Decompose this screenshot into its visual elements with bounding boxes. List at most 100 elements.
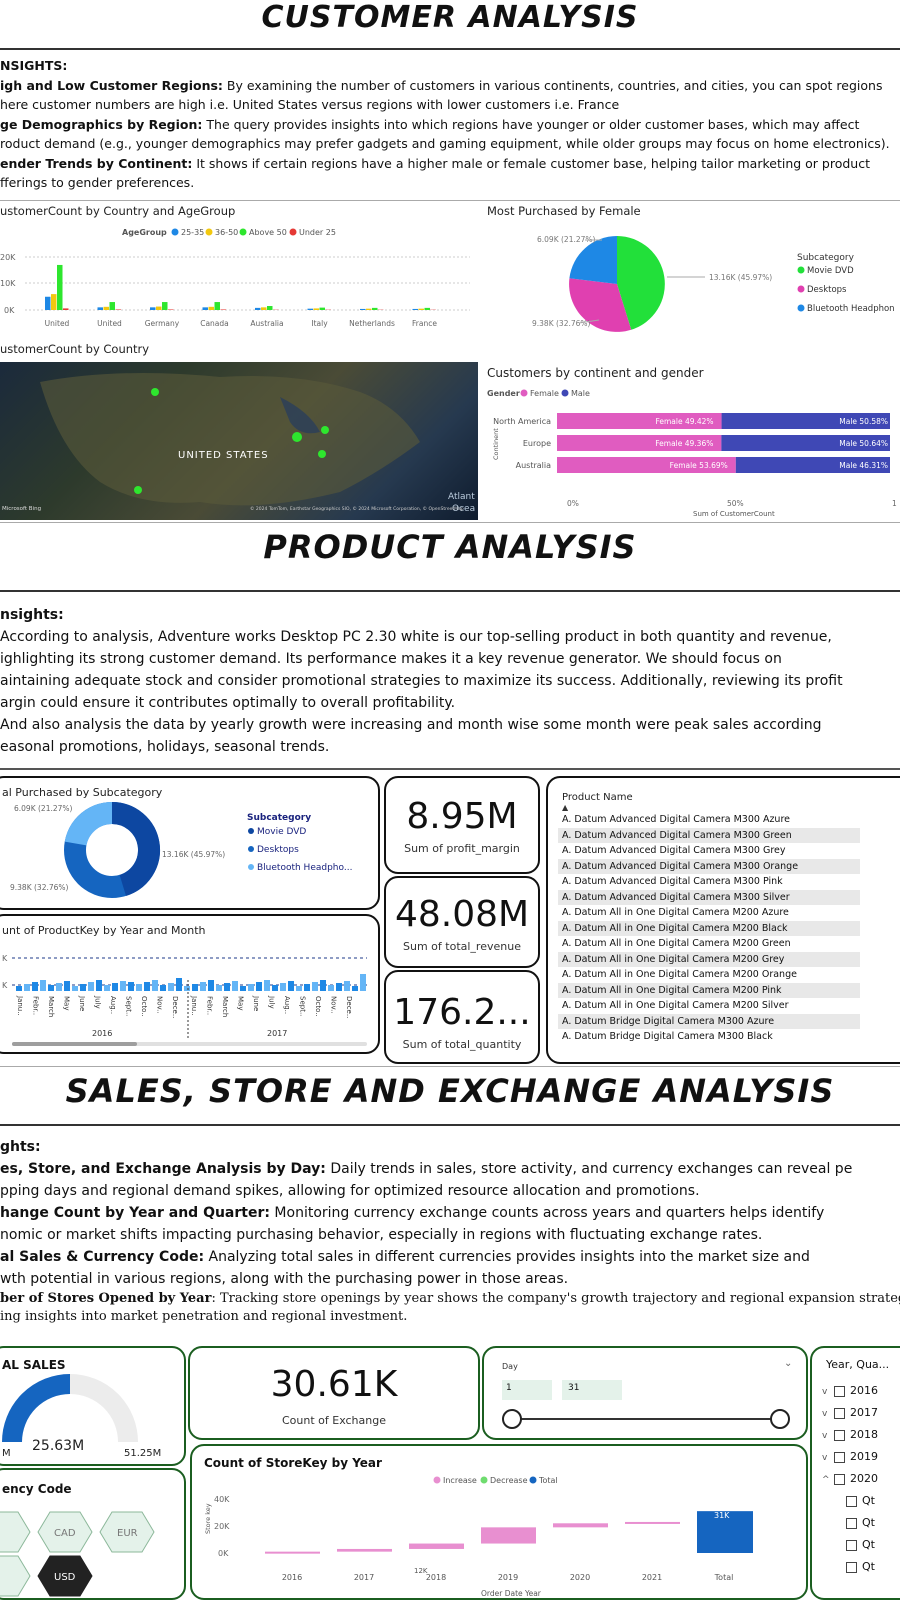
age-bar[interactable] <box>412 308 419 310</box>
checkbox[interactable] <box>846 1495 857 1507</box>
table-row[interactable]: A. Datum Advanced Digital Camera M300 Az… <box>558 812 860 828</box>
age-bar[interactable] <box>319 307 326 310</box>
waterfall-bar[interactable] <box>265 1551 320 1554</box>
age-bar[interactable] <box>267 306 273 310</box>
month-bar[interactable] <box>56 983 62 991</box>
month-bar[interactable] <box>264 980 270 991</box>
month-bar[interactable] <box>312 982 318 991</box>
month-bar[interactable] <box>144 982 150 991</box>
map-marker[interactable] <box>151 388 159 396</box>
age-bar[interactable] <box>115 309 122 310</box>
customer-map[interactable]: UNITED STATES Atlant Ocea Microsoft Bing… <box>0 362 478 520</box>
quarter-item[interactable]: Qt <box>822 1534 900 1556</box>
year-item[interactable]: v 2017 <box>822 1402 900 1424</box>
month-bar[interactable] <box>344 981 350 991</box>
age-bar[interactable] <box>313 308 320 310</box>
age-bar[interactable] <box>418 308 425 310</box>
age-bar[interactable] <box>255 307 261 310</box>
table-row[interactable]: A. Datum All in One Digital Camera M200 … <box>558 998 860 1014</box>
currency-hex[interactable] <box>0 1555 31 1597</box>
age-bar[interactable] <box>109 302 116 310</box>
table-row[interactable]: A. Datum All in One Digital Camera M200 … <box>558 905 860 921</box>
year-item[interactable]: v 2018 <box>822 1424 900 1446</box>
month-bar[interactable] <box>72 986 78 991</box>
month-bar[interactable] <box>192 984 198 991</box>
map-marker[interactable] <box>292 432 302 442</box>
table-row[interactable]: A. Datum Advanced Digital Camera M300 Pi… <box>558 874 860 890</box>
month-bar[interactable] <box>184 986 190 991</box>
age-bar[interactable] <box>45 296 51 310</box>
age-bar[interactable] <box>51 294 57 310</box>
month-bar[interactable] <box>240 986 246 991</box>
table-row[interactable]: A. Datum All in One Digital Camera M200 … <box>558 982 860 998</box>
month-bar[interactable] <box>296 986 302 991</box>
table-row[interactable]: A. Datum Advanced Digital Camera M300 Or… <box>558 858 860 874</box>
month-bar[interactable] <box>352 986 358 991</box>
month-bar[interactable] <box>104 985 110 991</box>
day-to-input[interactable]: 31 <box>562 1380 622 1400</box>
chevron-down-icon[interactable]: ⌄ <box>784 1358 792 1369</box>
month-bar[interactable] <box>248 984 254 991</box>
month-bar[interactable] <box>320 980 326 991</box>
month-bar[interactable] <box>160 985 166 991</box>
quarter-item[interactable]: Qt <box>822 1512 900 1534</box>
month-bar[interactable] <box>152 980 158 991</box>
month-bar[interactable] <box>24 984 30 991</box>
month-bar[interactable] <box>32 982 38 991</box>
month-bar[interactable] <box>336 983 342 991</box>
month-bar[interactable] <box>96 980 102 991</box>
checkbox[interactable] <box>846 1539 857 1551</box>
month-bar[interactable] <box>256 982 262 991</box>
map-marker[interactable] <box>321 426 329 434</box>
checkbox[interactable] <box>834 1473 845 1485</box>
month-bar[interactable] <box>224 983 230 991</box>
table-row[interactable]: A. Datum Bridge Digital Camera M300 Blac… <box>558 1029 860 1045</box>
month-bar[interactable] <box>16 986 22 991</box>
age-bar[interactable] <box>372 307 378 310</box>
map-marker[interactable] <box>318 450 326 458</box>
quarter-item[interactable]: Qt <box>822 1556 900 1578</box>
table-row[interactable]: A. Datum All in One Digital Camera M200 … <box>558 951 860 967</box>
month-bar[interactable] <box>232 981 238 991</box>
month-bar[interactable] <box>120 981 126 991</box>
day-from-input[interactable]: 1 <box>502 1380 552 1400</box>
month-bar[interactable] <box>112 983 118 991</box>
waterfall-bar[interactable] <box>409 1543 464 1549</box>
checkbox[interactable] <box>846 1561 857 1573</box>
month-bar[interactable] <box>48 985 54 991</box>
age-bar[interactable] <box>214 302 221 310</box>
month-bar[interactable] <box>80 984 86 991</box>
month-bar[interactable] <box>168 983 174 991</box>
age-bar[interactable] <box>156 306 162 310</box>
table-row[interactable]: A. Datum Advanced Digital Camera M300 Si… <box>558 889 860 905</box>
donut-slice-desktops[interactable] <box>111 802 160 896</box>
month-bar[interactable] <box>328 985 334 991</box>
month-bar[interactable] <box>64 981 70 991</box>
chevron-down-icon[interactable]: v <box>822 1403 834 1425</box>
month-bar[interactable] <box>280 983 286 991</box>
slider-track[interactable] <box>512 1418 782 1420</box>
month-bar[interactable] <box>176 978 182 991</box>
month-bar[interactable] <box>88 982 94 991</box>
map-marker[interactable] <box>134 486 142 494</box>
month-bar[interactable] <box>272 985 278 991</box>
month-bar[interactable] <box>128 982 134 991</box>
month-bar[interactable] <box>200 982 206 991</box>
month-bar[interactable] <box>288 981 294 991</box>
waterfall-bar[interactable] <box>625 1521 680 1524</box>
table-row[interactable]: A. Datum All in One Digital Camera M200 … <box>558 936 860 952</box>
age-bar[interactable] <box>202 307 209 310</box>
currency-hex[interactable] <box>0 1511 31 1553</box>
year-item[interactable]: ^ 2020 <box>822 1468 900 1490</box>
scrollbar-thumb[interactable] <box>12 1042 137 1046</box>
age-bar[interactable] <box>168 309 174 310</box>
waterfall-bar[interactable] <box>553 1523 608 1528</box>
chevron-down-icon[interactable]: v <box>822 1447 834 1469</box>
age-bar[interactable] <box>103 306 110 310</box>
age-bar[interactable] <box>208 306 215 310</box>
age-bar[interactable] <box>366 308 372 310</box>
donut-slice-movie-dvd[interactable] <box>64 802 113 847</box>
table-row[interactable]: A. Datum All in One Digital Camera M200 … <box>558 967 860 983</box>
age-bar[interactable] <box>162 302 168 310</box>
checkbox[interactable] <box>834 1385 845 1397</box>
